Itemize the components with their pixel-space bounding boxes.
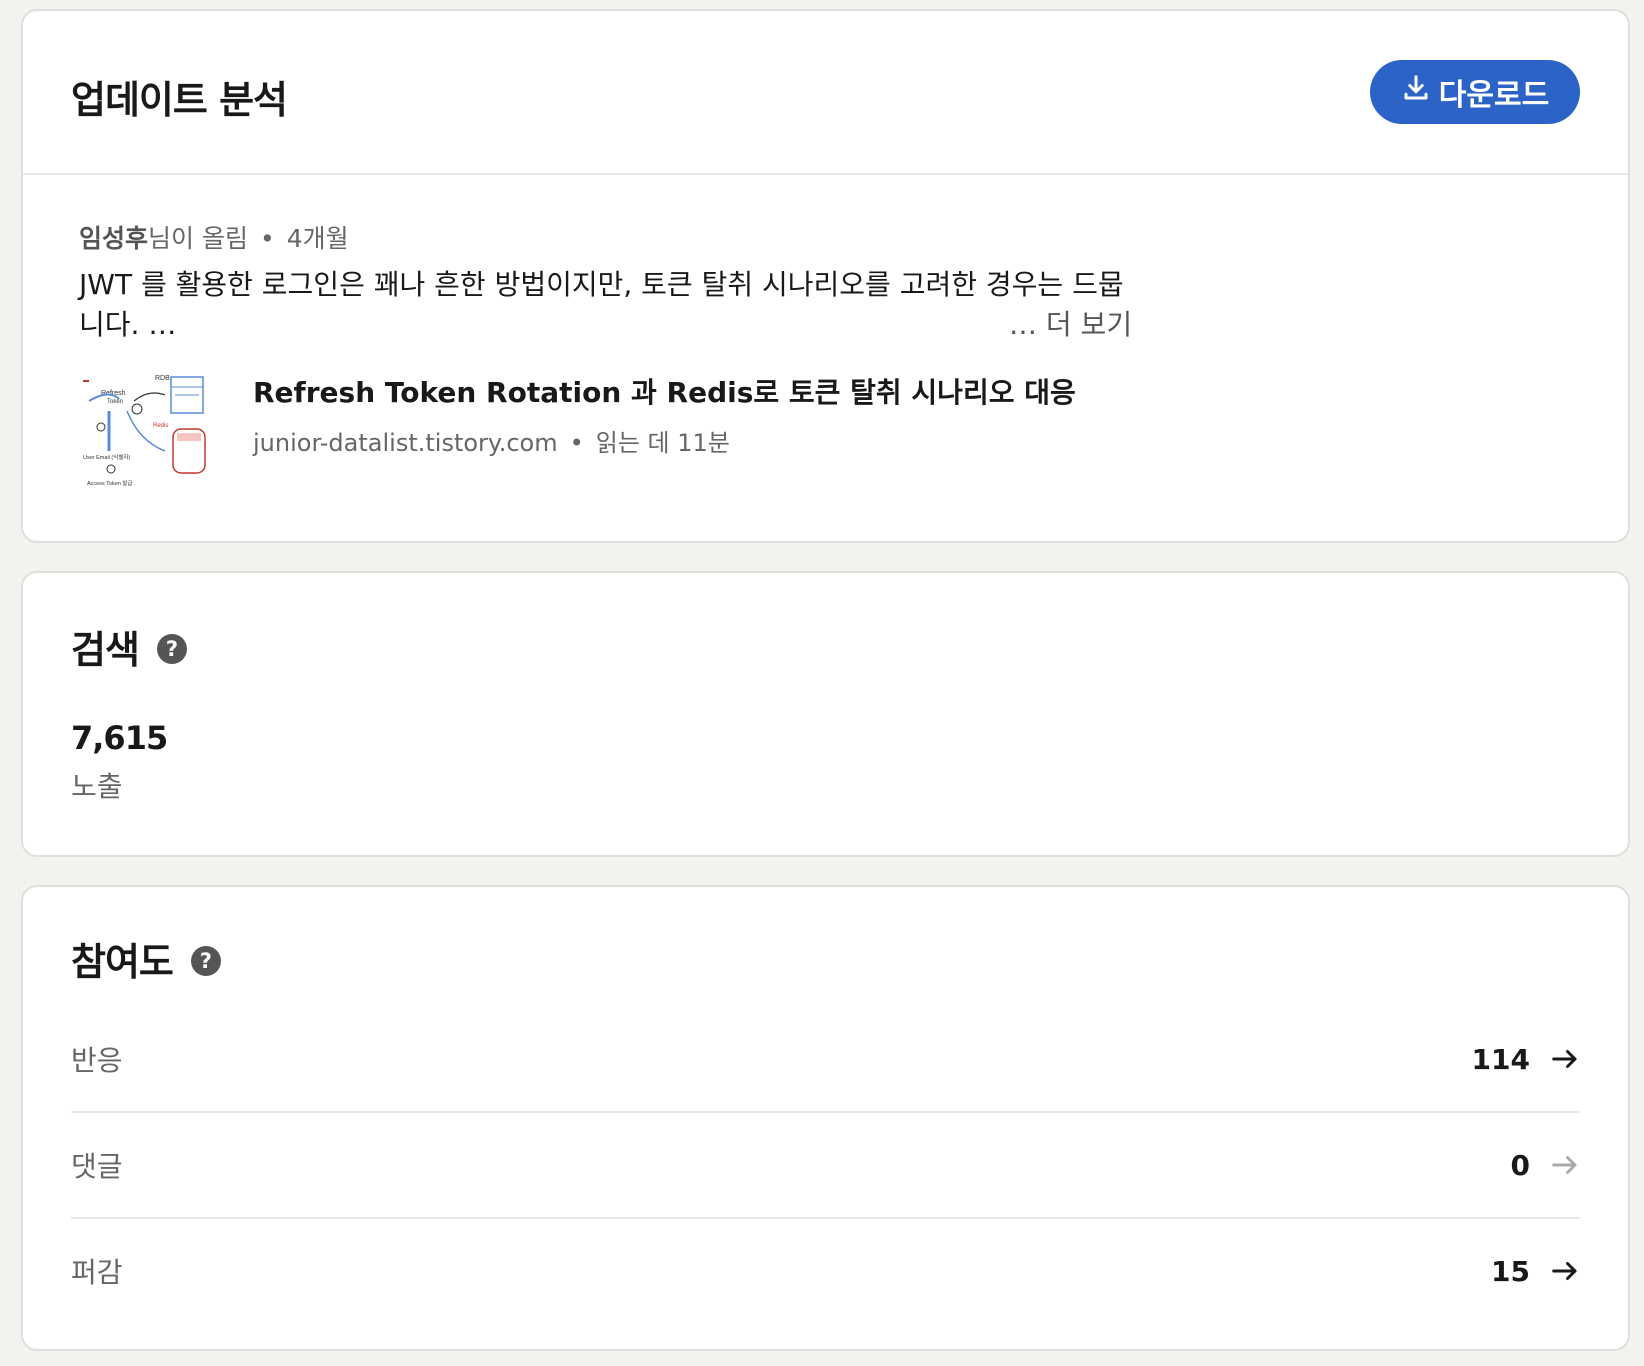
reactions-value: 114 — [1471, 1042, 1530, 1076]
post-author-suffix: 님이 올림 — [148, 224, 248, 253]
arrow-right-icon — [1550, 1044, 1580, 1074]
search-title: 검색 — [71, 628, 140, 672]
engagement-row-comments[interactable]: 댓글 0 — [71, 1113, 1580, 1219]
engagement-title-row: 참여도 ? — [71, 931, 221, 986]
engagement-row-reposts[interactable]: 퍼감 15 — [71, 1219, 1580, 1323]
thumb-access-token-label: Access Token 발급 — [87, 479, 132, 487]
link-domain: junior-datalist.tistory.com — [253, 429, 558, 457]
link-preview[interactable]: RDB Refresh Token Redis User Email (식별자)… — [79, 371, 1079, 501]
update-card-header: 업데이트 분석 다운로드 — [23, 11, 1628, 175]
reactions-label: 반응 — [71, 1044, 123, 1077]
arrow-right-icon — [1550, 1256, 1580, 1286]
post-meta: 임성후님이 올림 • 4개월 — [79, 219, 349, 255]
thumb-rdb-label: RDB — [155, 375, 170, 382]
engagement-list: 반응 114 댓글 0 퍼감 15 — [71, 1007, 1580, 1323]
comments-value: 0 — [1510, 1148, 1530, 1182]
search-help-icon[interactable]: ? — [156, 633, 187, 664]
engagement-row-reactions[interactable]: 반응 114 — [71, 1007, 1580, 1113]
link-title[interactable]: Refresh Token Rotation 과 Redis로 토큰 탈취 시나… — [253, 371, 1076, 411]
post-preview: 임성후님이 올림 • 4개월 JWT 를 활용한 로그인은 꽤나 흔한 방법이지만,… — [23, 173, 1628, 541]
thumb-redis-label: Redis — [153, 423, 168, 429]
post-text: JWT 를 활용한 로그인은 꽤나 흔한 방법이지만, 토큰 탈취 시나리오를 … — [79, 268, 1124, 341]
thumb-user-email-label: User Email (식별자) — [83, 453, 130, 461]
download-button[interactable]: 다운로드 — [1370, 60, 1580, 124]
meta-separator: • — [259, 224, 275, 253]
see-more-link[interactable]: … 더 보기 — [1003, 305, 1133, 345]
thumb-token-label: Token — [107, 399, 123, 405]
reposts-label: 퍼감 — [71, 1256, 123, 1289]
engagement-help-icon[interactable]: ? — [190, 945, 221, 976]
update-analytics-card: 업데이트 분석 다운로드 임성후님이 올림 • 4개월 JWT 를 활용한 로그인은… — [21, 9, 1630, 543]
link-separator: • — [569, 429, 584, 457]
impressions-label: 노출 — [71, 770, 123, 803]
download-button-label: 다운로드 — [1438, 78, 1550, 113]
impressions-value: 7,615 — [71, 719, 168, 757]
search-card: 검색 ? 7,615 노출 — [21, 571, 1630, 857]
engagement-card: 참여도 ? 반응 114 댓글 0 퍼감 15 — [21, 885, 1630, 1351]
search-title-row: 검색 ? — [71, 619, 187, 674]
page-title: 업데이트 분석 — [71, 78, 288, 122]
comments-label: 댓글 — [71, 1150, 123, 1183]
reposts-value: 15 — [1491, 1254, 1530, 1288]
post-time: 4개월 — [286, 224, 349, 253]
download-icon — [1401, 73, 1431, 111]
link-thumbnail: RDB Refresh Token Redis User Email (식별자)… — [79, 371, 207, 497]
link-read-time: 읽는 데 11분 — [595, 429, 730, 457]
engagement-title: 참여도 — [71, 940, 174, 984]
post-author[interactable]: 임성후 — [79, 224, 148, 253]
arrow-right-icon — [1550, 1150, 1580, 1180]
link-subtitle: junior-datalist.tistory.com • 읽는 데 11분 — [253, 423, 730, 458]
